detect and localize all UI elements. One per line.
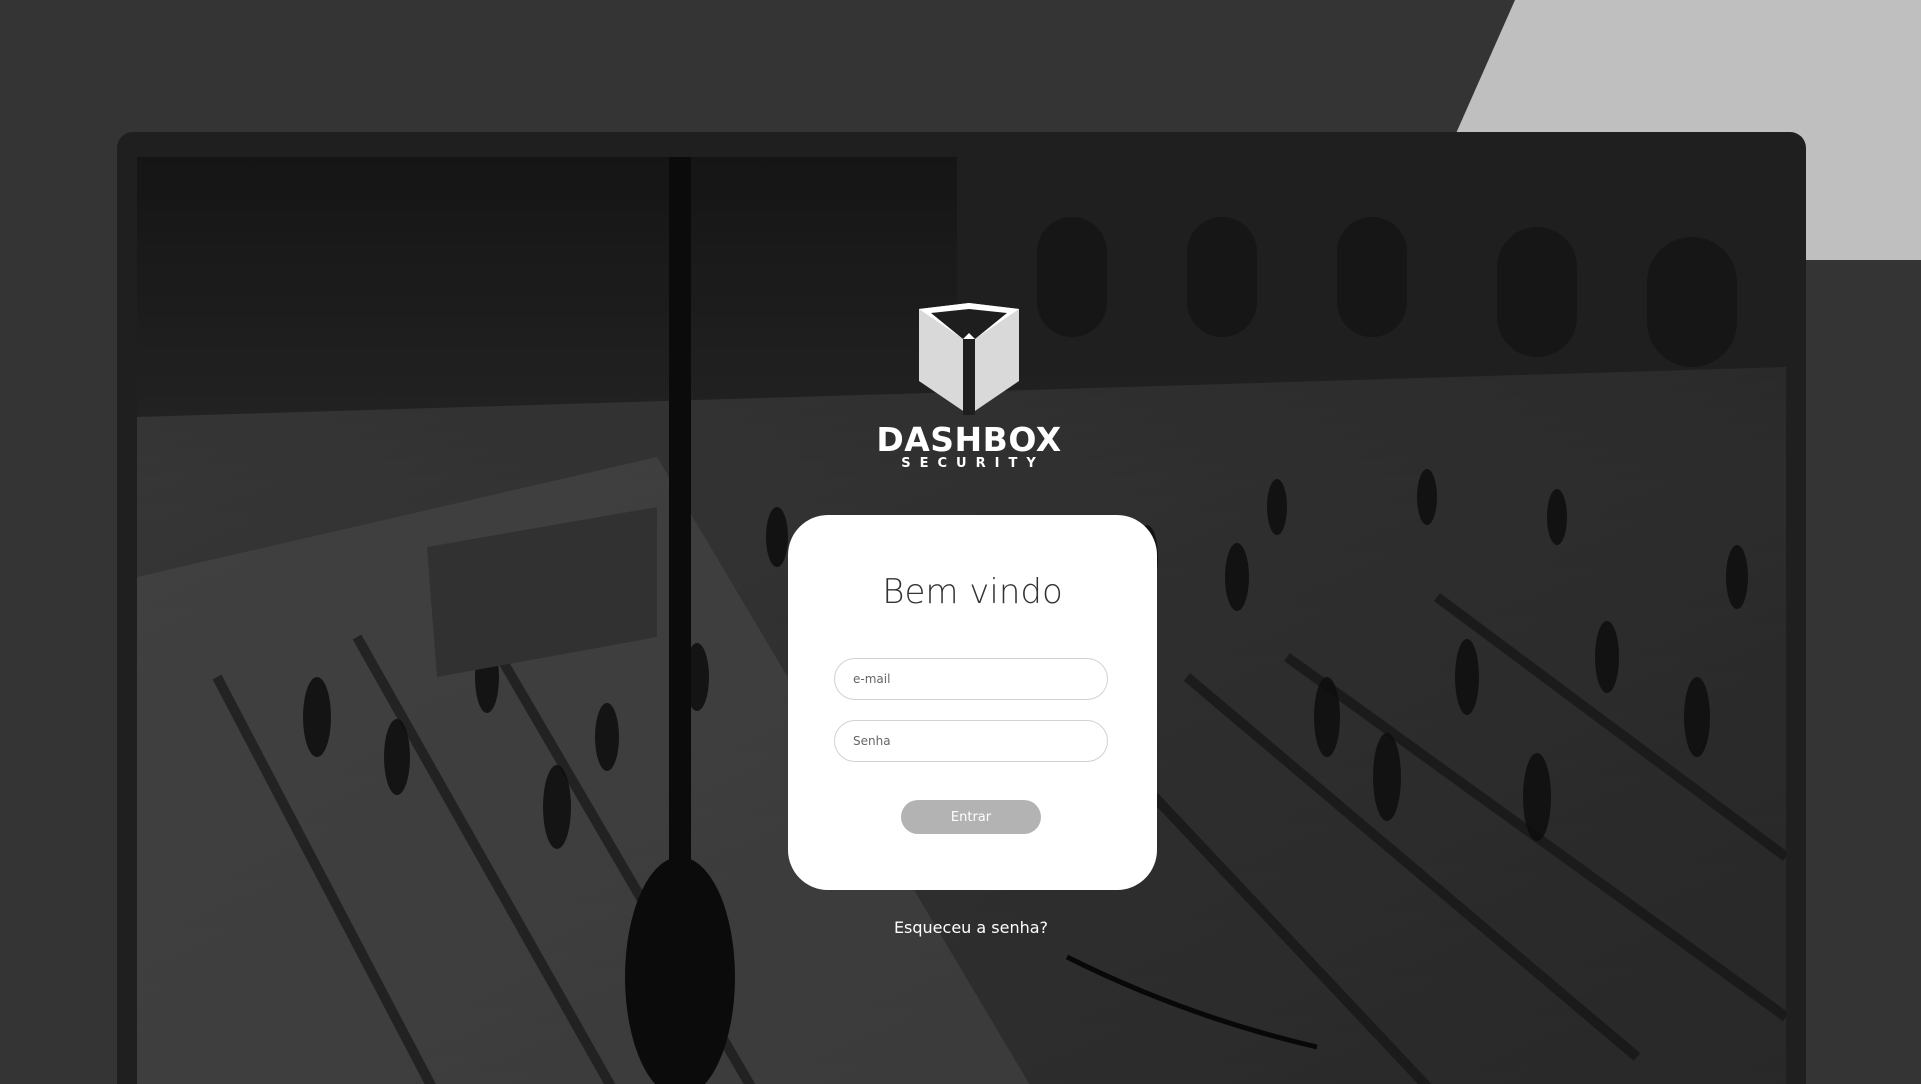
app-screen: DASHBOX SECURITY Bem vindo Entrar Esquec… bbox=[137, 157, 1786, 1084]
shield-box-logo-icon bbox=[919, 303, 1019, 415]
password-input[interactable] bbox=[834, 720, 1108, 762]
email-input[interactable] bbox=[834, 658, 1108, 700]
brand-subtitle: SECURITY bbox=[901, 456, 1045, 471]
brand-name: DASHBOX bbox=[876, 420, 1062, 459]
login-button[interactable]: Entrar bbox=[901, 800, 1041, 834]
forgot-password-link[interactable]: Esqueceu a senha? bbox=[866, 918, 1076, 937]
login-card: Bem vindo Entrar bbox=[788, 515, 1157, 890]
mockup-canvas: DASHBOX SECURITY Bem vindo Entrar Esquec… bbox=[0, 0, 1921, 1084]
brand-logo: DASHBOX SECURITY bbox=[876, 303, 1062, 483]
login-title: Bem vindo bbox=[882, 572, 1063, 612]
